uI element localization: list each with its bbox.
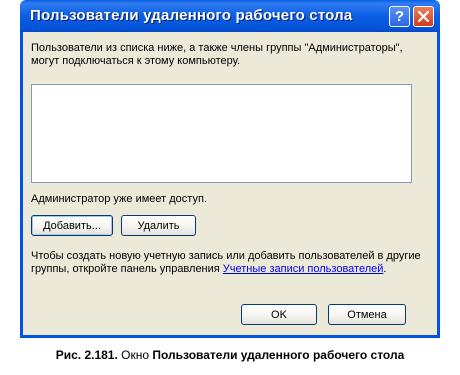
users-listbox[interactable] <box>31 84 412 183</box>
figure-caption: Рис. 2.181. Окно Пользователи удаленного… <box>0 348 460 362</box>
remove-button[interactable]: Удалить <box>121 215 196 236</box>
description-text: Пользователи из списка ниже, а также чле… <box>31 42 403 67</box>
title-bar[interactable]: Пользователи удаленного рабочего стола ? <box>20 0 440 32</box>
dialog-body: Пользователи из списка ниже, а также чле… <box>23 32 437 335</box>
caption-text: Окно <box>117 348 153 362</box>
help-button[interactable]: ? <box>389 6 410 27</box>
caption-bold: Пользователи удаленного рабочего стола <box>152 348 405 362</box>
admin-note: Администратор уже имеет доступ. <box>31 193 207 205</box>
close-icon <box>418 11 429 22</box>
info-text: Чтобы создать новую учетную запись или д… <box>31 250 426 276</box>
info-text-end: . <box>383 263 387 275</box>
help-icon: ? <box>394 8 405 25</box>
ok-button[interactable]: OK <box>241 304 317 325</box>
user-accounts-link[interactable]: Учетные записи пользователей <box>223 263 384 275</box>
caption-label: Рис. 2.181. <box>55 348 118 362</box>
add-button[interactable]: Добавить... <box>31 215 113 236</box>
remote-desktop-users-window: Пользователи удаленного рабочего стола ?… <box>20 0 440 338</box>
close-button[interactable] <box>413 6 434 27</box>
cancel-button[interactable]: Отмена <box>328 304 406 325</box>
window-title: Пользователи удаленного рабочего стола <box>30 7 353 24</box>
